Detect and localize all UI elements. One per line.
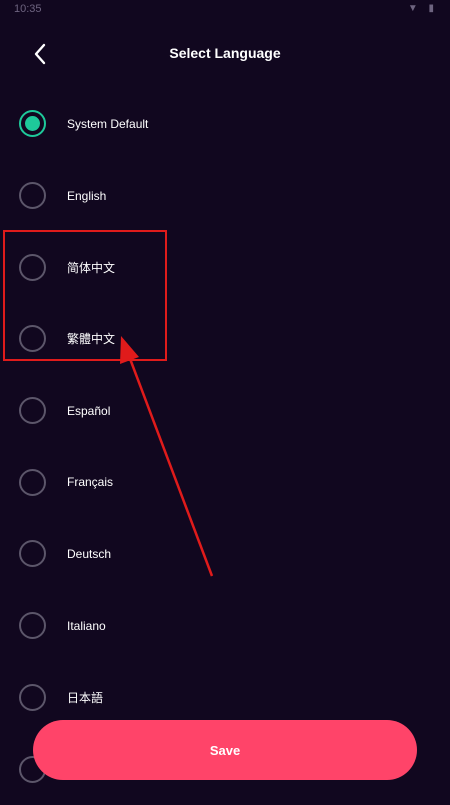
page-title: Select Language — [169, 45, 281, 61]
language-option-spanish[interactable]: Español — [0, 375, 450, 447]
language-label: Deutsch — [67, 546, 112, 561]
radio-icon — [19, 182, 46, 210]
radio-icon — [19, 253, 46, 281]
language-label: System Default — [67, 116, 149, 131]
language-option-french[interactable]: Français — [0, 446, 450, 518]
language-option-simplified-chinese[interactable]: 简体中文 — [0, 231, 450, 303]
status-time: 10:35 — [14, 3, 42, 15]
language-option-english[interactable]: English — [0, 160, 450, 232]
radio-selected-icon — [19, 110, 46, 138]
language-label: 简体中文 — [67, 260, 116, 275]
radio-icon — [19, 468, 46, 496]
language-label: 繁體中文 — [67, 332, 116, 347]
save-button[interactable]: Save — [33, 720, 417, 780]
status-icons: ▼ ▮ — [407, 3, 438, 14]
language-option-german[interactable]: Deutsch — [0, 518, 450, 590]
radio-icon — [19, 397, 46, 425]
language-option-system-default[interactable]: System Default — [0, 88, 450, 160]
language-label: Español — [67, 403, 111, 418]
language-option-traditional-chinese[interactable]: 繁體中文 — [0, 303, 450, 375]
radio-icon — [19, 683, 46, 711]
language-option-italian[interactable]: Italiano — [0, 590, 450, 662]
radio-icon — [19, 325, 46, 353]
language-label: Français — [67, 475, 114, 490]
language-label: English — [67, 188, 107, 203]
radio-icon — [19, 612, 46, 640]
language-label: Italiano — [67, 618, 106, 633]
language-list: System Default English 简体中文 繁體中文 Español… — [0, 88, 450, 805]
language-label: 日本語 — [67, 690, 104, 705]
radio-icon — [19, 540, 46, 568]
status-bar: 10:35 ▼ ▮ — [0, 0, 450, 20]
header: Select Language — [0, 32, 450, 76]
